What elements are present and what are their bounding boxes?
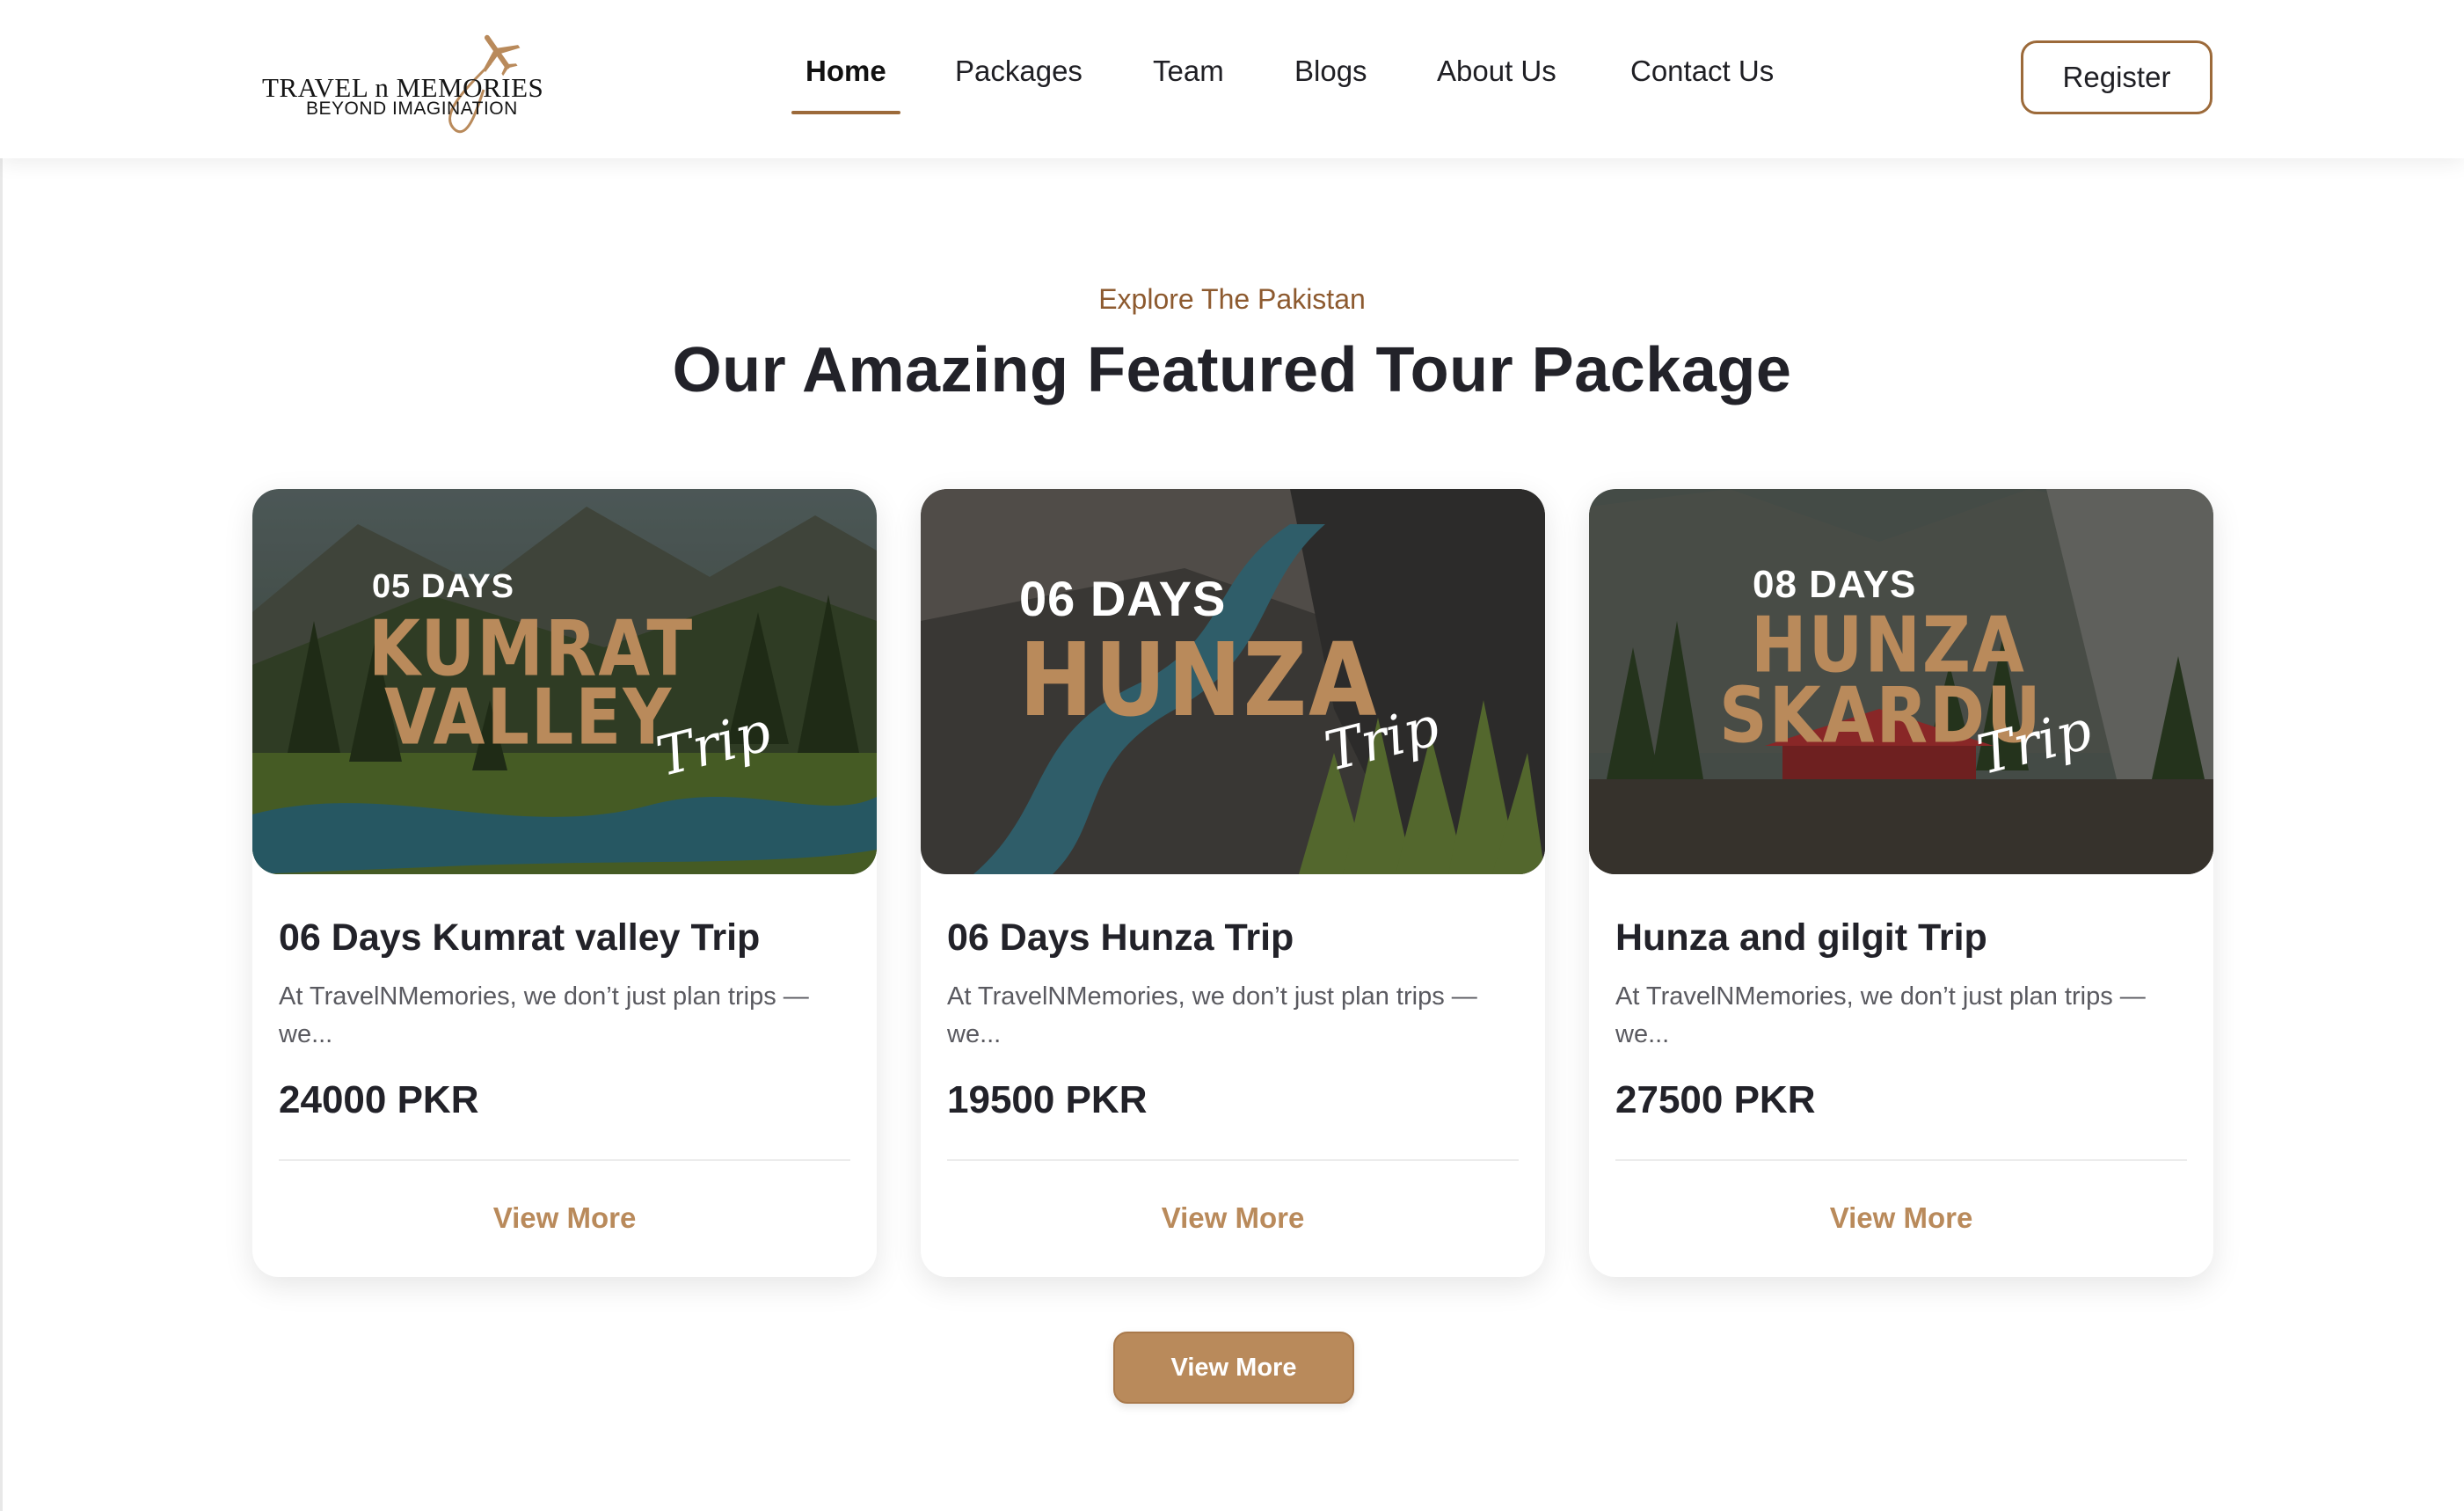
- image-days-text: 06 DAYS: [1019, 571, 1227, 626]
- package-price: 19500 PKR: [947, 1078, 1148, 1121]
- logo-tagline: BEYOND IMAGINATION: [306, 99, 518, 119]
- nav-item-label: Blogs: [1294, 55, 1367, 87]
- package-title[interactable]: 06 Days Hunza Trip: [947, 916, 1527, 960]
- nav-item-contact-us[interactable]: Contact Us: [1630, 55, 1774, 88]
- nav-active-indicator: [791, 111, 900, 114]
- nav-item-label: Contact Us: [1630, 55, 1775, 87]
- card-divider: [1615, 1159, 2187, 1161]
- package-price: 24000 PKR: [279, 1078, 479, 1121]
- nav-item-team[interactable]: Team: [1153, 55, 1224, 88]
- package-card[interactable]: 05 DAYS KUMRAT VALLEY Trip 06 Days Kumra…: [252, 489, 877, 1277]
- package-title[interactable]: Hunza and gilgit Trip: [1615, 916, 2196, 960]
- card-divider: [947, 1159, 1519, 1161]
- nav-item-blogs[interactable]: Blogs: [1294, 55, 1367, 88]
- section-title: Our Amazing Featured Tour Package: [672, 335, 1792, 405]
- section-eyebrow: Explore The Pakistan: [1098, 283, 1366, 315]
- nav-item-packages[interactable]: Packages: [955, 55, 1083, 88]
- nav-item-home[interactable]: Home: [791, 55, 900, 114]
- page: TRAVEL n MEMORIES BEYOND IMAGINATION Hom…: [0, 0, 2464, 1511]
- package-card[interactable]: 08 DAYS HUNZA SKARDU Trip Hunza and gilg…: [1589, 489, 2213, 1277]
- nav-item-label: About Us: [1437, 55, 1556, 87]
- package-price: 27500 PKR: [1615, 1078, 1816, 1121]
- view-more-link[interactable]: View More: [921, 1201, 1545, 1235]
- package-description: At TravelNMemories, we don’t just plan t…: [1615, 982, 2146, 1048]
- register-button[interactable]: Register: [2021, 40, 2212, 114]
- page-edge-rule: [0, 0, 3, 1511]
- image-days-text: 05 DAYS: [372, 568, 514, 605]
- package-image[interactable]: 06 DAYS HUNZA Trip: [921, 489, 1545, 874]
- nav-item-label: Packages: [955, 55, 1083, 87]
- card-divider: [279, 1159, 850, 1161]
- package-image[interactable]: 05 DAYS KUMRAT VALLEY Trip: [252, 489, 877, 874]
- site-logo[interactable]: TRAVEL n MEMORIES BEYOND IMAGINATION: [262, 28, 561, 134]
- airplane-icon: [483, 34, 521, 77]
- package-image[interactable]: 08 DAYS HUNZA SKARDU Trip: [1589, 489, 2213, 874]
- nav-item-about-us[interactable]: About Us: [1437, 55, 1556, 88]
- nav-item-label: Home: [806, 55, 886, 87]
- package-card[interactable]: 06 DAYS HUNZA Trip 06 Days Hunza Trip At…: [921, 489, 1545, 1277]
- package-title[interactable]: 06 Days Kumrat valley Trip: [279, 916, 859, 960]
- site-header: TRAVEL n MEMORIES BEYOND IMAGINATION Hom…: [0, 0, 2464, 158]
- view-more-link[interactable]: View More: [252, 1201, 877, 1235]
- package-description: At TravelNMemories, we don’t just plan t…: [279, 982, 809, 1048]
- nav-item-label: Team: [1153, 55, 1224, 87]
- package-description: At TravelNMemories, we don’t just plan t…: [947, 982, 1477, 1048]
- view-more-link[interactable]: View More: [1589, 1201, 2213, 1235]
- image-headline-line2: VALLEY: [384, 672, 674, 763]
- view-more-button[interactable]: View More: [1113, 1332, 1354, 1404]
